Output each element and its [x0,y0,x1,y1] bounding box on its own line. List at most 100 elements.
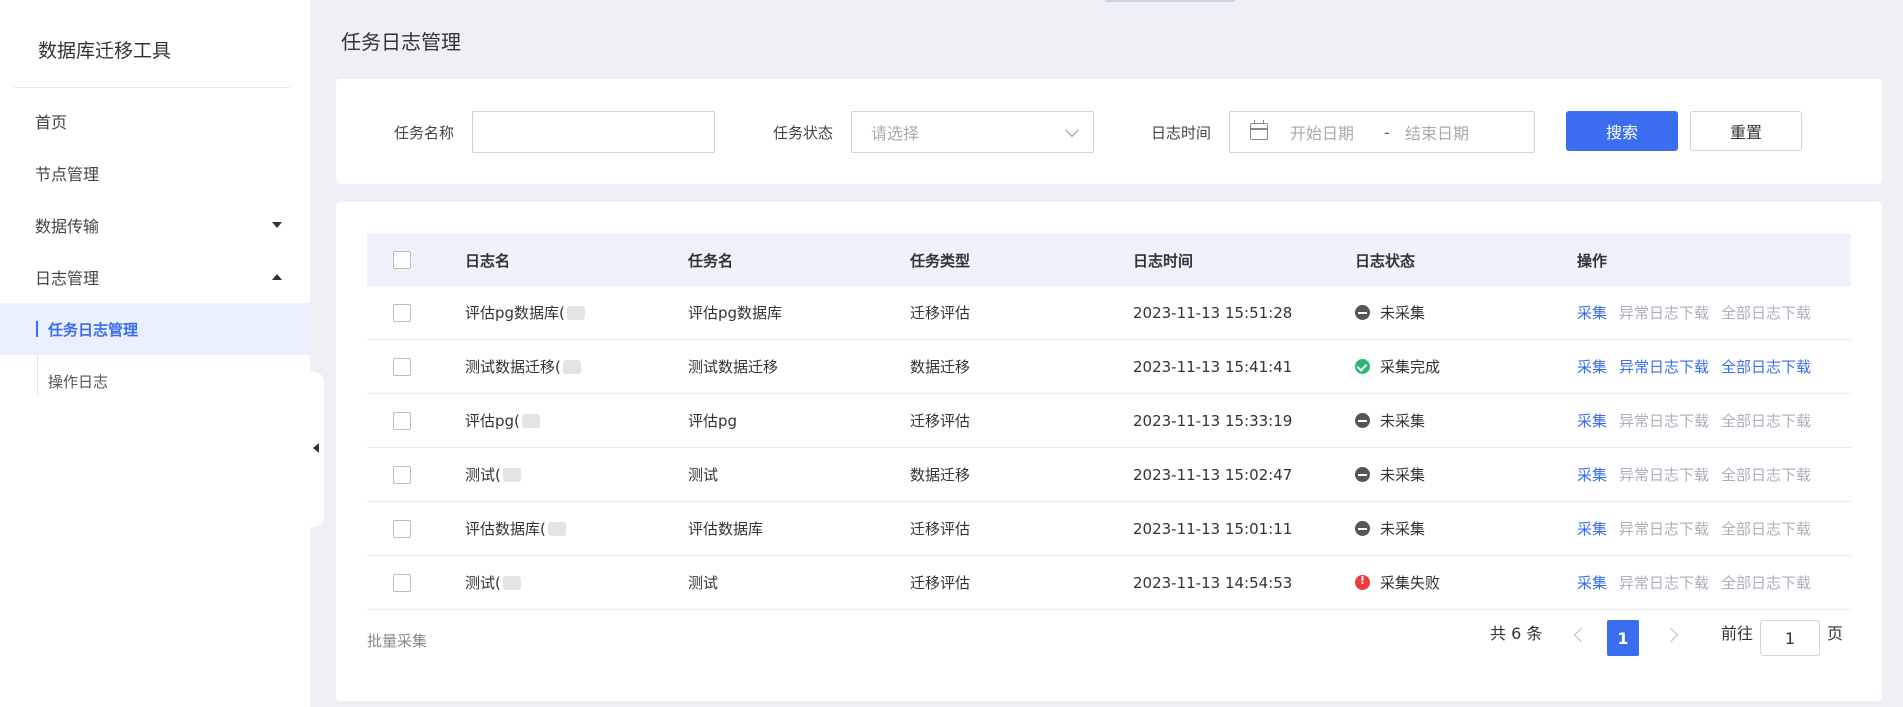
sidebar-collapse-toggle[interactable] [300,372,324,527]
task-name-cell: 测试数据迁移 [688,358,779,376]
prev-page-icon[interactable] [1573,627,1589,643]
log-name-cell: 评估数据库( [465,520,546,538]
log-time-cell: 2023-11-13 15:41:41 [1133,357,1293,376]
sidebar: 数据库迁移工具 首页 节点管理 数据传输 日志管理 任务日志管理 操作日志 [0,0,310,707]
sidebar-item-label: 日志管理 [35,269,100,288]
task-status-select[interactable]: 请选择 [851,111,1094,153]
task-type-cell: 数据迁移 [910,358,971,376]
page-number-current[interactable]: 1 [1607,620,1639,656]
task-status-placeholder: 请选择 [871,124,920,143]
range-separator: - [1384,122,1390,142]
log-time-cell: 2023-11-13 14:54:53 [1133,573,1293,592]
log-status-cell: 未采集 [1380,304,1426,322]
column-header-log-status: 日志状态 [1355,251,1416,270]
row-checkbox[interactable] [393,411,411,430]
select-all-checkbox[interactable] [393,251,411,269]
task-type-cell: 迁移评估 [910,412,971,430]
log-status-cell: 未采集 [1380,466,1426,484]
action-collect-link[interactable]: 采集 [1577,410,1607,431]
action-download-error-log-link[interactable]: 异常日志下载 [1619,518,1709,539]
action-collect-link[interactable]: 采集 [1577,518,1607,539]
action-download-all-logs-link[interactable]: 全部日志下载 [1721,302,1811,323]
log-name-cell: 测试( [465,574,501,592]
next-page-icon[interactable] [1663,627,1679,643]
reset-button[interactable]: 重置 [1690,111,1802,151]
redacted-text [547,521,566,536]
status-gray-icon [1355,521,1370,536]
table-row: 评估pg数据库(评估pg数据库 迁移评估 2023-11-13 15:51:28 未采… [367,286,1851,340]
sidebar-item-home[interactable]: 首页 [0,95,310,147]
page-suffix: 页 [1827,624,1844,643]
row-checkbox[interactable] [393,357,411,376]
log-time-range-picker[interactable]: 开始日期 - 结束日期 [1229,111,1535,153]
sidebar-subitem-task-logs[interactable]: 任务日志管理 [0,303,310,355]
log-time-label: 日志时间 [1151,124,1212,142]
action-download-error-log-link[interactable]: 异常日志下载 [1619,302,1709,323]
goto-label: 前往 [1721,624,1754,643]
task-name-cell: 测试 [688,466,719,484]
batch-collect-button[interactable]: 批量采集 [367,630,427,651]
start-date-placeholder: 开始日期 [1290,124,1355,143]
log-status-cell: 未采集 [1380,520,1426,538]
action-download-error-log-link[interactable]: 异常日志下载 [1619,464,1709,485]
action-download-all-logs-link[interactable]: 全部日志下载 [1721,356,1811,377]
action-download-all-logs-link[interactable]: 全部日志下载 [1721,518,1811,539]
task-type-cell: 数据迁移 [910,466,971,484]
log-status-cell: 采集完成 [1380,358,1441,376]
log-status-cell: 采集失败 [1380,574,1441,592]
task-status-label: 任务状态 [773,124,834,142]
search-button[interactable]: 搜索 [1566,111,1678,151]
sidebar-item-label: 节点管理 [35,165,100,184]
action-collect-link[interactable]: 采集 [1577,356,1607,377]
task-type-cell: 迁移评估 [910,304,971,322]
action-download-all-logs-link[interactable]: 全部日志下载 [1721,410,1811,431]
action-download-all-logs-link[interactable]: 全部日志下载 [1721,464,1811,485]
top-accent-bar [1105,0,1235,2]
log-name-cell: 评估pg数据库( [465,304,565,322]
action-collect-link[interactable]: 采集 [1577,302,1607,323]
task-name-input[interactable] [472,111,715,153]
task-name-cell: 评估数据库 [688,520,764,538]
task-name-cell: 测试 [688,574,719,592]
log-time-cell: 2023-11-13 15:51:28 [1133,303,1293,322]
action-download-error-log-link[interactable]: 异常日志下载 [1619,572,1709,593]
table-header: 日志名 任务名 任务类型 日志时间 日志状态 操作 [367,234,1851,286]
row-checkbox[interactable] [393,303,411,322]
total-count: 共 6 条 [1490,624,1543,643]
caret-left-icon [313,443,319,453]
end-date-placeholder: 结束日期 [1405,124,1470,143]
action-download-error-log-link[interactable]: 异常日志下载 [1619,356,1709,377]
task-name-cell: 评估pg [688,412,738,430]
sidebar-subitem-operation-logs[interactable]: 操作日志 [0,355,310,407]
status-gray-icon [1355,413,1370,428]
sidebar-item-label: 任务日志管理 [48,320,139,339]
log-name-cell: 测试数据迁移( [465,358,561,376]
sidebar-item-label: 操作日志 [48,372,109,391]
table-row: 测试数据迁移( 测试数据迁移 数据迁移 2023-11-13 15:41:41 采集完成… [367,340,1851,394]
goto-page-input[interactable]: 1 [1760,620,1820,656]
redacted-text [566,305,585,320]
status-gray-icon [1355,305,1370,320]
action-collect-link[interactable]: 采集 [1577,572,1607,593]
row-checkbox[interactable] [393,465,411,484]
status-gray-icon [1355,467,1370,482]
action-collect-link[interactable]: 采集 [1577,464,1607,485]
sidebar-item-data-transfer[interactable]: 数据传输 [0,199,310,251]
status-green-icon [1355,359,1370,374]
action-download-all-logs-link[interactable]: 全部日志下载 [1721,572,1811,593]
action-download-error-log-link[interactable]: 异常日志下载 [1619,410,1709,431]
task-name-label: 任务名称 [394,124,455,142]
row-checkbox[interactable] [393,573,411,592]
task-type-cell: 迁移评估 [910,520,971,538]
row-checkbox[interactable] [393,519,411,538]
column-header-task-name: 任务名 [688,251,734,270]
sidebar-item-log-management[interactable]: 日志管理 [0,251,310,303]
log-time-cell: 2023-11-13 15:33:19 [1133,411,1293,430]
column-header-log-time: 日志时间 [1133,251,1194,270]
sidebar-item-nodes[interactable]: 节点管理 [0,147,310,199]
table-row: 评估数据库(评估数据库 迁移评估 2023-11-13 15:01:11 未采集 采集异… [367,502,1851,556]
table-row: 测试(测试 数据迁移 2023-11-13 15:02:47 未采集 采集 异常日志下载全… [367,448,1851,502]
page-title: 任务日志管理 [341,30,461,54]
sidebar-item-label: 首页 [35,113,68,132]
column-header-actions: 操作 [1577,251,1608,270]
